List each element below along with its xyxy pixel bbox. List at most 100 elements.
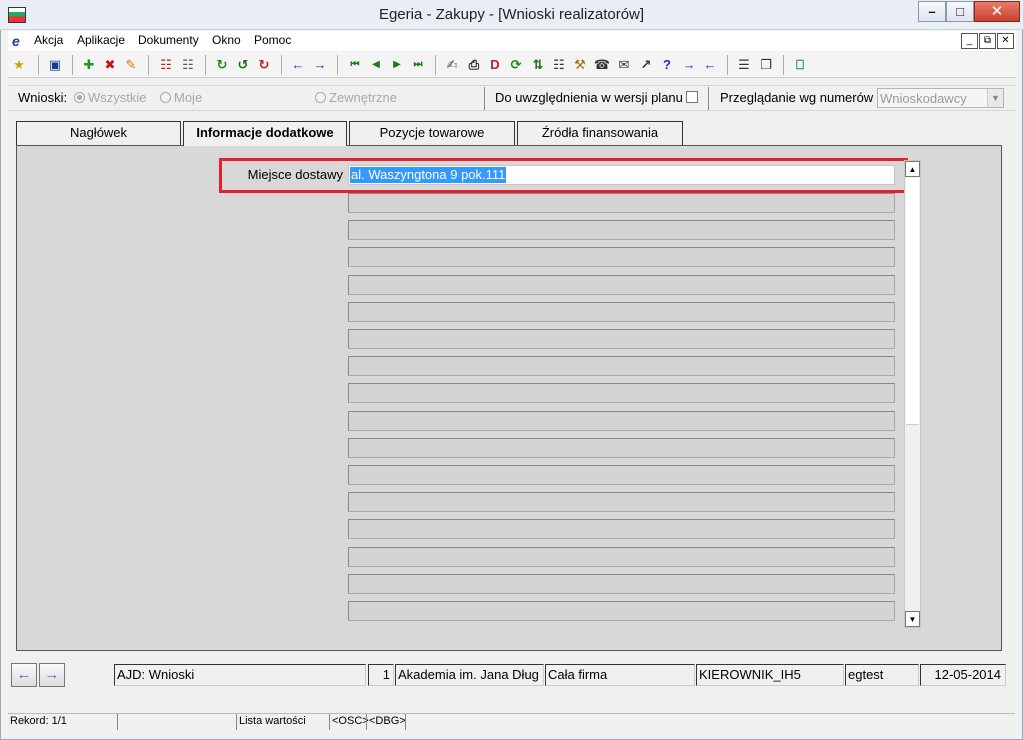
last-record-icon[interactable]: ⏭ [409, 55, 427, 75]
text-row[interactable] [348, 492, 895, 513]
context-user: egtest [845, 664, 919, 686]
query-icon[interactable]: ↻ [213, 55, 231, 75]
text-row[interactable] [348, 410, 895, 431]
sort-select-value: Wnioskodawcy [880, 91, 967, 106]
context-organization: Akademia im. Jana Dług [395, 664, 544, 686]
radio-moje[interactable] [160, 92, 171, 103]
tools-icon[interactable]: ⚒ [571, 55, 589, 75]
maximize-button[interactable]: □ [946, 1, 974, 22]
back-icon[interactable]: ← [701, 55, 719, 75]
radio-zewnetrzne[interactable] [315, 92, 326, 103]
edit-record-icon[interactable]: ✎ [122, 55, 140, 75]
text-row[interactable] [348, 437, 895, 458]
split-row-icon[interactable]: ☷ [179, 55, 197, 75]
panel-left-area [17, 146, 347, 650]
forward-arrow-icon[interactable]: → [39, 663, 65, 687]
phone-icon[interactable]: ☎ [593, 55, 611, 75]
plan-checkbox[interactable] [686, 91, 698, 103]
toolbar-separator [435, 55, 436, 75]
copy-icon[interactable]: ❐ [757, 55, 775, 75]
radio-wszystkie[interactable] [74, 92, 85, 103]
insert-row-icon[interactable]: ☷ [157, 55, 175, 75]
text-row[interactable] [348, 383, 895, 404]
toolbar-separator [38, 55, 39, 75]
toolbar-separator [727, 55, 728, 75]
pin-icon[interactable]: ★ [10, 55, 28, 75]
menu-okno[interactable]: Okno [212, 33, 241, 47]
scroll-thumb[interactable] [906, 178, 919, 425]
text-row[interactable] [348, 573, 895, 594]
status-record: Rekord: 1/1 [10, 715, 67, 727]
add-record-icon[interactable]: ✚ [80, 55, 98, 75]
next-record-icon[interactable]: ▶ [388, 55, 406, 75]
refresh-icon[interactable]: ⟳ [507, 55, 525, 75]
hierarchy-icon[interactable]: ☷ [550, 55, 568, 75]
minimize-button[interactable]: – [918, 1, 946, 22]
text-row[interactable] [348, 329, 895, 349]
radio-moje-label: Moje [174, 90, 203, 105]
toolbar-separator [783, 55, 784, 75]
egeria-menu-icon[interactable]: e [12, 33, 30, 49]
context-date: 12-05-2014 [920, 664, 1006, 686]
pointer-help-icon[interactable]: ↗ [637, 55, 655, 75]
forward-icon[interactable]: → [680, 55, 698, 75]
save-icon[interactable]: ▣ [46, 55, 64, 75]
status-list: Lista wartości [236, 714, 306, 730]
context-scope: Cała firma [545, 664, 695, 686]
cancel-query-icon[interactable]: ↻ [255, 55, 273, 75]
first-record-icon[interactable]: ⏮ [346, 55, 364, 75]
print-icon[interactable]: ⎙ [465, 55, 483, 75]
back-arrow-icon[interactable]: ← [11, 663, 37, 687]
notes-icon[interactable]: ✍ [443, 55, 461, 75]
tab-pozycje-towarowe[interactable]: Pozycje towarowe [349, 121, 515, 145]
context-count: 1 [368, 664, 394, 686]
exit-icon[interactable]: ⎕ [791, 55, 809, 75]
sort-label: Przeglądanie wg numerów [720, 90, 874, 105]
previous-record-icon[interactable]: ◀ [367, 55, 385, 75]
sort-icon[interactable]: ⇅ [529, 55, 547, 75]
text-row[interactable] [348, 465, 895, 485]
scroll-up-icon[interactable]: ▲ [905, 161, 920, 177]
tab-naglowek[interactable]: Nagłówek [16, 121, 181, 145]
status-osc: <OSC> [329, 714, 369, 730]
child-close-button[interactable]: ✕ [997, 33, 1014, 49]
toolbar-separator [205, 55, 206, 75]
highlight-box [219, 158, 908, 193]
text-row[interactable] [348, 356, 895, 377]
text-row[interactable] [348, 301, 895, 322]
text-row[interactable] [348, 220, 895, 241]
document-icon[interactable]: ☰ [735, 55, 753, 75]
tab-informacje-dodatkowe[interactable]: Informacje dodatkowe [183, 121, 347, 146]
delete-record-icon[interactable]: ✖ [101, 55, 119, 75]
child-minimize-button[interactable]: _ [961, 33, 978, 49]
filter-label: Wnioski: [18, 90, 68, 105]
document-d-icon[interactable]: D [486, 55, 504, 75]
tab-zrodla-finansowania[interactable]: Źródła finansowania [517, 121, 683, 145]
execute-query-icon[interactable]: ↺ [234, 55, 252, 75]
menu-dokumenty[interactable]: Dokumenty [138, 33, 199, 47]
text-row[interactable] [348, 274, 895, 295]
radio-zewnetrzne-label: Zewnętrzne [329, 90, 397, 105]
text-row[interactable] [348, 247, 895, 268]
next-block-icon[interactable]: → [311, 55, 329, 75]
help-icon[interactable]: ? [658, 55, 676, 75]
previous-block-icon[interactable]: ← [289, 55, 307, 75]
vertical-scrollbar[interactable]: ▲ ▼ [904, 160, 921, 628]
chevron-down-icon[interactable]: ▼ [987, 89, 1003, 107]
sort-select[interactable]: Wnioskodawcy ▼ [877, 88, 1004, 108]
child-restore-button[interactable]: ⧉ [979, 33, 996, 49]
text-row[interactable] [348, 519, 895, 540]
menu-pomoc[interactable]: Pomoc [254, 33, 291, 47]
close-button[interactable]: ✕ [974, 1, 1020, 22]
scroll-down-icon[interactable]: ▼ [905, 611, 920, 627]
radio-wszystkie-label: Wszystkie [88, 90, 147, 105]
menu-aplikacje[interactable]: Aplikacje [77, 33, 125, 47]
status-empty [405, 714, 408, 730]
mail-icon[interactable]: ✉ [615, 55, 633, 75]
text-row[interactable] [348, 193, 895, 213]
filter-separator [708, 87, 709, 110]
text-row[interactable] [348, 546, 895, 567]
text-row[interactable] [348, 601, 895, 621]
menu-akcja[interactable]: Akcja [34, 33, 63, 47]
plan-checkbox-label: Do uwzględnienia w wersji planu [495, 90, 683, 105]
